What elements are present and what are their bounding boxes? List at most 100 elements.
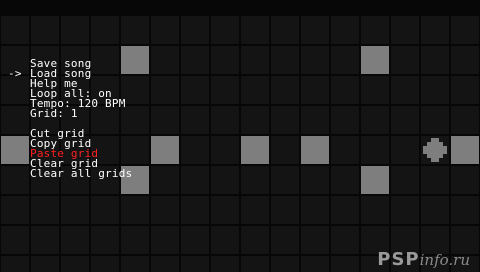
grid-cell[interactable]	[211, 46, 239, 74]
grid-cell[interactable]	[121, 196, 149, 224]
grid-cell[interactable]	[181, 256, 209, 272]
grid-cell[interactable]	[331, 136, 359, 164]
grid-cell[interactable]	[331, 46, 359, 74]
grid-cell-active[interactable]	[361, 166, 389, 194]
grid-cell[interactable]	[91, 226, 119, 254]
grid-cell[interactable]	[331, 226, 359, 254]
grid-cell[interactable]	[301, 226, 329, 254]
cross-cursor-icon[interactable]	[421, 136, 449, 164]
grid-cell[interactable]	[271, 196, 299, 224]
grid-cell[interactable]	[271, 256, 299, 272]
grid-cell[interactable]	[391, 16, 419, 44]
grid-cell[interactable]	[91, 16, 119, 44]
grid-cell[interactable]	[121, 16, 149, 44]
grid-cell[interactable]	[241, 166, 269, 194]
grid-cell[interactable]	[361, 76, 389, 104]
grid-cell[interactable]	[301, 256, 329, 272]
grid-cell[interactable]	[151, 226, 179, 254]
grid-cell[interactable]	[301, 76, 329, 104]
grid-cell[interactable]	[451, 76, 479, 104]
grid-cell[interactable]	[421, 76, 449, 104]
grid-cell[interactable]	[181, 106, 209, 134]
grid-cell[interactable]	[31, 196, 59, 224]
grid-cell[interactable]	[151, 256, 179, 272]
grid-cell[interactable]	[1, 196, 29, 224]
grid-cell[interactable]	[241, 106, 269, 134]
grid-cell[interactable]	[121, 226, 149, 254]
grid-cell[interactable]	[421, 46, 449, 74]
grid-cell[interactable]	[211, 136, 239, 164]
grid-cell[interactable]	[391, 136, 419, 164]
grid-cell[interactable]	[301, 106, 329, 134]
grid-cell[interactable]	[391, 46, 419, 74]
grid-cell[interactable]	[331, 166, 359, 194]
grid-cell[interactable]	[211, 76, 239, 104]
grid-cell[interactable]	[151, 166, 179, 194]
grid-cell[interactable]	[31, 226, 59, 254]
grid-cell[interactable]	[181, 136, 209, 164]
grid-cell[interactable]	[421, 16, 449, 44]
grid-cell[interactable]	[451, 46, 479, 74]
grid-cell[interactable]	[61, 196, 89, 224]
grid-cell[interactable]	[391, 196, 419, 224]
grid-cell[interactable]	[241, 76, 269, 104]
grid-cell[interactable]	[451, 166, 479, 194]
grid-cell[interactable]	[271, 136, 299, 164]
grid-cell[interactable]	[1, 226, 29, 254]
grid-cell[interactable]	[91, 196, 119, 224]
grid-cell[interactable]	[211, 256, 239, 272]
grid-cell[interactable]	[391, 76, 419, 104]
grid-cell[interactable]	[61, 16, 89, 44]
grid-cell[interactable]	[181, 166, 209, 194]
grid-cell[interactable]	[151, 76, 179, 104]
grid-cell[interactable]	[61, 256, 89, 272]
grid-cell[interactable]	[271, 76, 299, 104]
grid-cell[interactable]	[421, 106, 449, 134]
grid-cell[interactable]	[301, 16, 329, 44]
grid-cell-active[interactable]	[241, 136, 269, 164]
grid-cell[interactable]	[271, 226, 299, 254]
grid-cell[interactable]	[451, 196, 479, 224]
grid-cell[interactable]	[361, 16, 389, 44]
grid-cell[interactable]	[181, 196, 209, 224]
grid-cell[interactable]	[211, 196, 239, 224]
grid-cell[interactable]	[331, 16, 359, 44]
grid-cell[interactable]	[181, 16, 209, 44]
grid-cell[interactable]	[331, 76, 359, 104]
grid-cell-active[interactable]	[451, 136, 479, 164]
grid-cell[interactable]	[391, 166, 419, 194]
grid-cell[interactable]	[211, 226, 239, 254]
grid-cell[interactable]	[241, 226, 269, 254]
grid-cell[interactable]	[151, 46, 179, 74]
grid-cell[interactable]	[151, 16, 179, 44]
grid-cell[interactable]	[121, 256, 149, 272]
grid-cell[interactable]	[181, 46, 209, 74]
grid-cell[interactable]	[301, 166, 329, 194]
grid-cell-active[interactable]	[301, 136, 329, 164]
menu-item[interactable]: Grid: 1	[8, 108, 132, 119]
grid-cell[interactable]	[211, 106, 239, 134]
grid-cell[interactable]	[61, 226, 89, 254]
grid-cell[interactable]	[271, 16, 299, 44]
grid-cell[interactable]	[31, 16, 59, 44]
grid-cell[interactable]	[151, 106, 179, 134]
grid-cell[interactable]	[361, 136, 389, 164]
grid-cell[interactable]	[241, 256, 269, 272]
grid-cell[interactable]	[241, 16, 269, 44]
grid-cell[interactable]	[241, 46, 269, 74]
grid-cell-active[interactable]	[151, 136, 179, 164]
grid-cell[interactable]	[1, 256, 29, 272]
menu-item[interactable]: Clear all grids	[8, 168, 132, 179]
grid-cell[interactable]	[1, 16, 29, 44]
grid-cell[interactable]	[211, 16, 239, 44]
grid-cell[interactable]	[301, 196, 329, 224]
grid-cell[interactable]	[391, 106, 419, 134]
grid-cell[interactable]	[181, 76, 209, 104]
grid-cell[interactable]	[301, 46, 329, 74]
grid-cell[interactable]	[151, 196, 179, 224]
grid-cell[interactable]	[331, 106, 359, 134]
grid-cell[interactable]	[421, 166, 449, 194]
grid-cell[interactable]	[331, 196, 359, 224]
grid-cell[interactable]	[451, 16, 479, 44]
grid-cell[interactable]	[271, 46, 299, 74]
